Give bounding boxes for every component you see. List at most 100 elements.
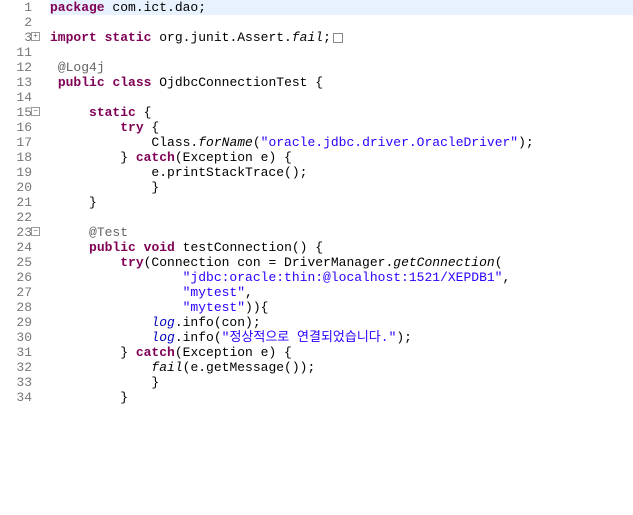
code-token: public <box>58 75 105 90</box>
line-number: 33 <box>0 375 32 390</box>
code-token: Class. <box>50 135 198 150</box>
code-token: } <box>50 390 128 405</box>
code-token: "mytest" <box>183 285 245 300</box>
code-token: ; <box>323 30 331 45</box>
line-number: 29 <box>0 315 32 330</box>
code-token: log <box>151 315 174 330</box>
code-line[interactable]: try(Connection con = DriverManager.getCo… <box>50 255 633 270</box>
line-number: 11 <box>0 45 32 60</box>
line-number: 34 <box>0 390 32 405</box>
line-number: 15− <box>0 105 32 120</box>
line-number: 30 <box>0 330 32 345</box>
code-token: log <box>151 330 174 345</box>
line-number: 18 <box>0 150 32 165</box>
line-number: 27 <box>0 285 32 300</box>
code-token: static <box>105 30 152 45</box>
code-line[interactable]: public void testConnection() { <box>50 240 633 255</box>
code-token: "jdbc:oracle:thin:@localhost:1521/XEPDB1… <box>183 270 503 285</box>
code-token: import <box>50 30 97 45</box>
line-number: 32 <box>0 360 32 375</box>
code-token: forName <box>198 135 253 150</box>
code-token: static <box>89 105 136 120</box>
code-token: } <box>50 180 159 195</box>
line-number: 31 <box>0 345 32 360</box>
code-token: (e.getMessage()); <box>183 360 316 375</box>
code-token: void <box>144 240 175 255</box>
line-number: 3+ <box>0 30 32 45</box>
code-line[interactable] <box>50 15 633 30</box>
code-line[interactable]: static { <box>50 105 633 120</box>
code-token: , <box>245 285 253 300</box>
code-token: "oracle.jdbc.driver.OracleDriver" <box>261 135 518 150</box>
code-line[interactable] <box>50 45 633 60</box>
code-token <box>50 270 183 285</box>
fold-marker-icon[interactable]: − <box>31 227 40 236</box>
code-token <box>50 60 58 75</box>
code-token: } <box>50 150 136 165</box>
code-token: @Test <box>89 225 128 240</box>
code-line[interactable]: } <box>50 180 633 195</box>
code-token: @Log4j <box>58 60 105 75</box>
line-number: 22 <box>0 210 32 225</box>
code-token: } <box>50 375 159 390</box>
code-token: testConnection() { <box>175 240 323 255</box>
code-token <box>136 240 144 255</box>
code-token <box>50 105 89 120</box>
code-token: catch <box>136 150 175 165</box>
code-token: "mytest" <box>183 300 245 315</box>
code-token: "정상적으로 연결되었습니다." <box>222 330 397 345</box>
collapsed-import-icon[interactable] <box>333 33 343 43</box>
code-token: com.ict.dao; <box>105 0 206 15</box>
code-line[interactable]: "mytest")){ <box>50 300 633 315</box>
code-token: catch <box>136 345 175 360</box>
code-token: getConnection <box>393 255 494 270</box>
code-line[interactable]: @Log4j <box>50 60 633 75</box>
code-token: { <box>144 120 160 135</box>
code-token: fail <box>292 30 323 45</box>
code-line[interactable]: Class.forName("oracle.jdbc.driver.Oracle… <box>50 135 633 150</box>
code-line[interactable]: import static org.junit.Assert.fail; <box>50 30 633 45</box>
code-line[interactable]: public class OjdbcConnectionTest { <box>50 75 633 90</box>
line-number: 21 <box>0 195 32 210</box>
code-line[interactable]: "mytest", <box>50 285 633 300</box>
code-token: ); <box>518 135 534 150</box>
code-token: (Exception e) { <box>175 150 292 165</box>
code-line[interactable]: e.printStackTrace(); <box>50 165 633 180</box>
code-line[interactable] <box>50 210 633 225</box>
code-token <box>50 315 151 330</box>
fold-marker-icon[interactable]: + <box>31 32 40 41</box>
code-token: org.junit.Assert. <box>151 30 291 45</box>
code-line[interactable]: } <box>50 390 633 405</box>
code-line[interactable]: } <box>50 195 633 210</box>
line-number: 16 <box>0 120 32 135</box>
code-line[interactable]: } catch(Exception e) { <box>50 150 633 165</box>
code-line[interactable]: log.info("정상적으로 연결되었습니다."); <box>50 330 633 345</box>
code-line[interactable]: } <box>50 375 633 390</box>
code-token <box>50 360 151 375</box>
code-token: (Exception e) { <box>175 345 292 360</box>
code-token: OjdbcConnectionTest { <box>151 75 323 90</box>
code-line[interactable]: try { <box>50 120 633 135</box>
code-token: } <box>50 195 97 210</box>
code-editor-area[interactable]: package com.ict.dao; import static org.ju… <box>40 0 633 515</box>
code-token: .info(con); <box>175 315 261 330</box>
code-line[interactable]: fail(e.getMessage()); <box>50 360 633 375</box>
code-line[interactable]: @Test <box>50 225 633 240</box>
line-number: 20 <box>0 180 32 195</box>
code-token <box>50 240 89 255</box>
code-line[interactable]: "jdbc:oracle:thin:@localhost:1521/XEPDB1… <box>50 270 633 285</box>
code-token <box>50 255 120 270</box>
code-token: } <box>50 345 136 360</box>
code-token: , <box>502 270 510 285</box>
code-token <box>50 75 58 90</box>
code-token: { <box>136 105 152 120</box>
code-token: try <box>120 120 143 135</box>
code-line[interactable] <box>50 90 633 105</box>
code-line[interactable]: log.info(con); <box>50 315 633 330</box>
code-line[interactable]: package com.ict.dao; <box>50 0 633 15</box>
line-number-gutter: 123+1112131415−1617181920212223−24252627… <box>0 0 40 515</box>
code-token: )){ <box>245 300 268 315</box>
fold-marker-icon[interactable]: − <box>31 107 40 116</box>
line-number: 28 <box>0 300 32 315</box>
code-line[interactable]: } catch(Exception e) { <box>50 345 633 360</box>
